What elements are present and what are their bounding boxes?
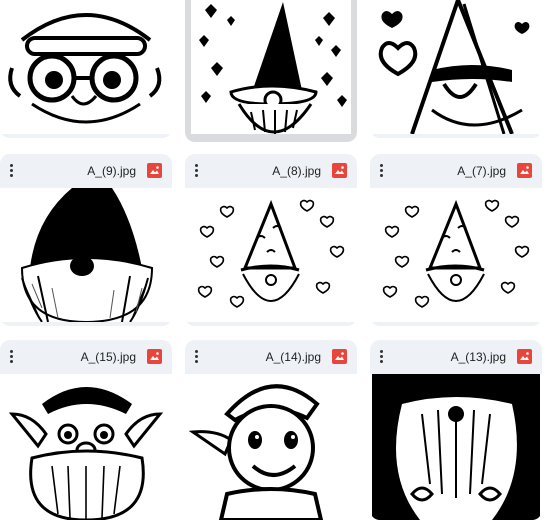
image-icon [147, 163, 162, 178]
gnome-elf-ears-image [8, 387, 164, 520]
file-thumbnail[interactable] [370, 374, 542, 520]
gnome-swirl-beard-image [372, 374, 540, 520]
file-name: A_(13).jpg [450, 350, 506, 364]
file-thumbnail[interactable] [185, 188, 357, 322]
file-card[interactable]: A_(15).jpg [0, 340, 172, 520]
file-thumbnail[interactable] [0, 188, 172, 322]
file-name: A_(9).jpg [87, 164, 136, 178]
file-card-header: A_(13).jpg [370, 340, 542, 374]
file-thumbnail[interactable] [185, 374, 357, 520]
image-icon [332, 349, 347, 364]
file-card-header: A_(7).jpg [370, 154, 542, 188]
file-name: A_(8).jpg [272, 164, 321, 178]
more-vert-icon[interactable] [8, 349, 14, 365]
image-icon [517, 349, 532, 364]
file-card[interactable]: A_(13).jpg [370, 340, 542, 520]
gnome-hearts-image [199, 2, 347, 134]
image-icon [517, 163, 532, 178]
file-card-header: A_(9).jpg [0, 154, 172, 188]
gnome-black-hat-image [20, 188, 154, 322]
more-vert-icon[interactable] [378, 349, 384, 365]
gnome-doodle-hearts-image [197, 199, 345, 308]
file-card[interactable]: A_(9).jpg [0, 154, 172, 326]
more-vert-icon[interactable] [193, 349, 199, 365]
file-thumbnail[interactable] [370, 0, 542, 134]
file-card[interactable]: A_(7).jpg [370, 154, 542, 326]
file-card[interactable] [0, 0, 172, 138]
more-vert-icon[interactable] [378, 163, 384, 179]
file-thumbnail[interactable] [191, 0, 351, 134]
file-card-header: A_(14).jpg [185, 340, 357, 374]
file-thumbnail[interactable] [370, 188, 542, 322]
file-card-header: A_(15).jpg [0, 340, 172, 374]
file-name: A_(14).jpg [265, 350, 321, 364]
file-card[interactable]: A_(14).jpg [185, 340, 357, 520]
gnome-doodle-hearts-image [382, 199, 530, 308]
gnome-glasses-image [8, 13, 162, 124]
more-vert-icon[interactable] [193, 163, 199, 179]
image-icon [147, 349, 162, 364]
file-name: A_(7).jpg [457, 164, 506, 178]
file-name: A_(15).jpg [80, 350, 136, 364]
more-vert-icon[interactable] [8, 163, 14, 179]
file-card[interactable] [370, 0, 542, 138]
gnome-heart-outline-image [378, 0, 530, 134]
image-icon [332, 163, 347, 178]
file-thumbnail[interactable] [0, 374, 172, 520]
file-card-selected[interactable] [185, 0, 357, 142]
file-thumbnail[interactable] [0, 0, 172, 134]
file-card-header: A_(8).jpg [185, 154, 357, 188]
file-card[interactable]: A_(8).jpg [185, 154, 357, 326]
elf-child-image [188, 384, 324, 520]
